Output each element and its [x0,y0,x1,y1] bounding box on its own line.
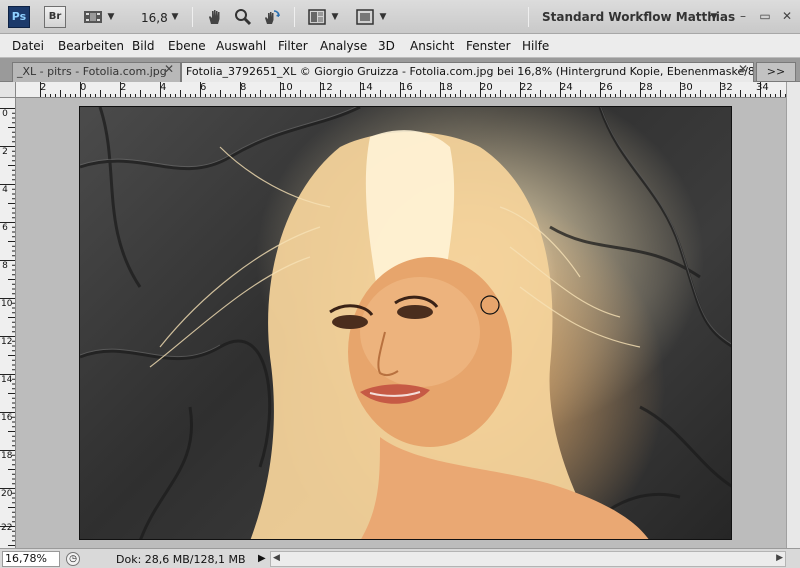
photoshop-logo-icon[interactable]: Ps [8,6,30,28]
ruler-label: 6 [200,82,207,93]
film-icon[interactable] [82,6,104,28]
ruler-label: 28 [640,82,653,93]
film-dropdown-icon[interactable]: ▼ [106,6,116,28]
ruler-label: 8 [240,82,247,93]
bridge-logo-icon[interactable]: Br [44,6,66,28]
zoom-level[interactable]: 16,8 [141,11,168,25]
workspace-switcher[interactable]: Standard Workflow Matthias [542,10,735,24]
ruler-label: 0 [2,109,8,119]
horizontal-ruler[interactable]: 2 0 2 4 6 8 10 12 14 16 18 20 22 24 26 2… [16,82,786,98]
ruler-label: 24 [560,82,573,93]
ruler-label: 32 [720,82,733,93]
minimize-icon[interactable]: – [734,8,752,24]
image-illustration [80,107,731,539]
menu-datei[interactable]: Datei [12,39,44,53]
scroll-right-icon[interactable]: ▶ [776,553,783,563]
ruler-label: 18 [440,82,453,93]
ruler-label: 18 [1,451,13,461]
menu-fenster[interactable]: Fenster [466,39,511,53]
tab-document-inactive[interactable]: _XL - pitrs - Fotolia.com.jpg [12,62,181,82]
document-size-info: Dok: 28,6 MB/128,1 MB [116,553,246,566]
menu-bild[interactable]: Bild [132,39,155,53]
tab-document-active[interactable]: Fotolia_3792651_XL © Giorgio Gruizza - F… [181,62,754,82]
ruler-label: 34 [756,82,769,93]
ruler-label: 16 [1,413,13,423]
ruler-label: 2 [2,147,8,157]
menu-ansicht[interactable]: Ansicht [410,39,454,53]
menu-auswahl[interactable]: Auswahl [216,39,266,53]
restore-icon[interactable]: ▭ [756,8,774,24]
ruler-label: 6 [2,223,8,233]
close-icon[interactable]: ✕ [778,8,796,24]
arrange-docs-icon[interactable] [306,6,328,28]
status-bar: 16,78% ◷ Dok: 28,6 MB/128,1 MB ▶ ◀ ▶ [0,548,800,568]
toolbar-separator [528,7,529,27]
menu-analyse[interactable]: Analyse [320,39,367,53]
tab-label: _XL - pitrs - Fotolia.com.jpg [17,65,167,78]
horizontal-scrollbar[interactable]: ◀ ▶ [270,551,786,567]
status-menu-arrow-icon[interactable]: ▶ [258,553,266,564]
tab-close-icon[interactable]: ✕ [164,62,174,76]
ruler-label: 10 [1,299,13,309]
toolbar-separator [294,7,295,27]
toolbar-separator [192,7,193,27]
application-bar: Ps Br ▼ 16,8 ▼ ▼ ▼ Standard Workflow Mat… [0,0,800,34]
ruler-label: 20 [1,489,13,499]
ruler-origin[interactable] [0,82,16,98]
ruler-label: 14 [360,82,373,93]
ruler-label: 14 [1,375,13,385]
tab-label: Fotolia_3792651_XL © Giorgio Gruizza - F… [186,65,754,78]
ruler-label: 12 [320,82,333,93]
ruler-label: 10 [280,82,293,93]
ruler-ticks [0,108,15,546]
zoom-icon[interactable] [232,6,254,28]
vertical-ruler[interactable]: 0 2 4 6 8 10 12 14 16 18 20 22 [0,98,16,548]
vertical-scrollbar[interactable] [786,82,800,548]
ruler-label: 2 [40,82,47,93]
menu-hilfe[interactable]: Hilfe [522,39,549,53]
ruler-label: 4 [2,185,8,195]
screen-mode-dropdown-icon[interactable]: ▼ [378,6,388,28]
scroll-left-icon[interactable]: ◀ [273,553,280,563]
rotate-view-icon[interactable] [260,6,282,28]
document-image[interactable] [79,106,732,540]
ruler-label: 30 [680,82,693,93]
menu-bearbeiten[interactable]: Bearbeiten [58,39,124,53]
ruler-label: 26 [600,82,613,93]
zoom-dropdown-icon[interactable]: ▼ [170,6,180,28]
hand-icon[interactable] [204,6,226,28]
ruler-label: 16 [400,82,413,93]
ruler-label: 2 [120,82,127,93]
tab-overflow-button[interactable]: >> [756,62,796,82]
ruler-label: 8 [2,261,8,271]
screen-mode-icon[interactable] [354,6,376,28]
ruler-label: 4 [160,82,167,93]
workspace-dropdown-icon[interactable]: ▼ [708,6,720,28]
ruler-label: 12 [1,337,13,347]
ruler-label: 22 [1,523,13,533]
zoom-input[interactable]: 16,78% [2,551,60,567]
menu-ebene[interactable]: Ebene [168,39,206,53]
ruler-label: 20 [480,82,493,93]
timing-icon[interactable]: ◷ [66,552,80,566]
menu-bar: Datei Bearbeiten Bild Ebene Auswahl Filt… [0,34,800,58]
menu-filter[interactable]: Filter [278,39,308,53]
arrange-dropdown-icon[interactable]: ▼ [330,6,340,28]
tab-close-icon[interactable]: ✕ [738,62,748,76]
document-tab-bar: _XL - pitrs - Fotolia.com.jpg ✕ Fotolia_… [0,58,800,82]
ruler-label: 0 [80,82,87,93]
ruler-label: 22 [520,82,533,93]
menu-3d[interactable]: 3D [378,39,395,53]
